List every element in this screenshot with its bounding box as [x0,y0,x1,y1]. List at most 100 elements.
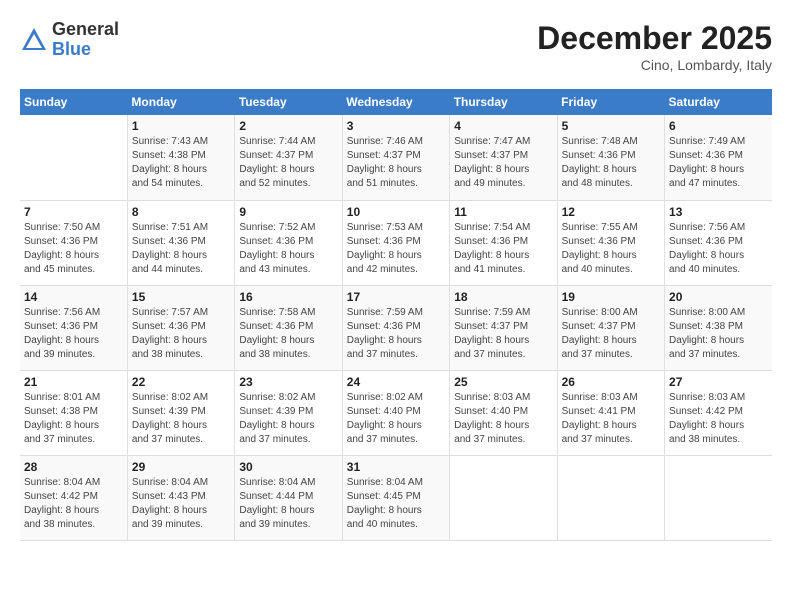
day-info: Sunrise: 7:55 AM Sunset: 4:36 PM Dayligh… [562,221,660,277]
day-number: 21 [24,375,123,389]
day-number: 3 [347,119,445,133]
calendar-cell: 13Sunrise: 7:56 AM Sunset: 4:36 PM Dayli… [665,200,772,285]
day-info: Sunrise: 8:04 AM Sunset: 4:43 PM Dayligh… [132,476,230,532]
day-number: 22 [132,375,230,389]
header-friday: Friday [557,89,664,115]
day-number: 1 [132,119,230,133]
calendar-cell: 24 Sunrise: 8:02 AM Sunset: 4:40 PM Dayli… [342,370,449,455]
logo-general: General Blue [52,20,119,60]
month-title: December 2025 [537,20,772,57]
day-info: Sunrise: 7:50 AM Sunset: 4:36 PM Dayligh… [24,221,123,277]
calendar-cell [20,115,127,200]
day-number: 18 [454,290,552,304]
calendar-cell: 29 Sunrise: 8:04 AM Sunset: 4:43 PM Dayli… [127,455,234,540]
day-info: Sunrise: 7:57 AM Sunset: 4:36 PM Dayligh… [132,306,230,362]
day-info: Sunrise: 8:03 AM Sunset: 4:40 PM Dayligh… [454,391,552,447]
day-number: 16 [239,290,337,304]
week-row-1: 1 Sunrise: 7:43 AM Sunset: 4:38 PM Daylig… [20,115,772,200]
calendar-cell: 1 Sunrise: 7:43 AM Sunset: 4:38 PM Daylig… [127,115,234,200]
calendar-cell: 26 Sunrise: 8:03 AM Sunset: 4:41 PM Dayli… [557,370,664,455]
day-info: Sunrise: 8:02 AM Sunset: 4:39 PM Dayligh… [239,391,337,447]
calendar-cell: 31 Sunrise: 8:04 AM Sunset: 4:45 PM Dayli… [342,455,449,540]
day-info: Sunrise: 7:49 AM Sunset: 4:36 PM Dayligh… [669,135,768,191]
day-info: Sunrise: 8:01 AM Sunset: 4:38 PM Dayligh… [24,391,123,447]
calendar-cell: 15 Sunrise: 7:57 AM Sunset: 4:36 PM Dayli… [127,285,234,370]
day-number: 17 [347,290,445,304]
day-number: 4 [454,119,552,133]
calendar-cell: 25Sunrise: 8:03 AM Sunset: 4:40 PM Dayli… [450,370,557,455]
day-info: Sunrise: 7:59 AM Sunset: 4:36 PM Dayligh… [347,306,445,362]
calendar-cell: 7 Sunrise: 7:50 AM Sunset: 4:36 PM Daylig… [20,200,127,285]
day-info: Sunrise: 7:47 AM Sunset: 4:37 PM Dayligh… [454,135,552,191]
header-thursday: Thursday [450,89,557,115]
calendar-cell: 22Sunrise: 8:02 AM Sunset: 4:39 PM Dayli… [127,370,234,455]
calendar-cell: 8 Sunrise: 7:51 AM Sunset: 4:36 PM Daylig… [127,200,234,285]
day-info: Sunrise: 8:02 AM Sunset: 4:40 PM Dayligh… [347,391,445,447]
calendar-cell: 30 Sunrise: 8:04 AM Sunset: 4:44 PM Dayli… [235,455,342,540]
calendar-cell: 3Sunrise: 7:46 AM Sunset: 4:37 PM Daylig… [342,115,449,200]
calendar-cell: 9Sunrise: 7:52 AM Sunset: 4:36 PM Daylig… [235,200,342,285]
day-info: Sunrise: 8:04 AM Sunset: 4:45 PM Dayligh… [347,476,445,532]
day-number: 7 [24,205,123,219]
day-number: 9 [239,205,337,219]
calendar-cell: 6 Sunrise: 7:49 AM Sunset: 4:36 PM Daylig… [665,115,772,200]
calendar-cell: 20Sunrise: 8:00 AM Sunset: 4:38 PM Dayli… [665,285,772,370]
day-number: 13 [669,205,768,219]
day-info: Sunrise: 8:03 AM Sunset: 4:41 PM Dayligh… [562,391,660,447]
day-number: 29 [132,460,230,474]
logo: General Blue [20,20,119,60]
calendar-cell: 4 Sunrise: 7:47 AM Sunset: 4:37 PM Daylig… [450,115,557,200]
day-number: 20 [669,290,768,304]
logo-icon [20,26,48,54]
page-header: General Blue December 2025 Cino, Lombard… [20,20,772,73]
day-number: 12 [562,205,660,219]
day-info: Sunrise: 7:58 AM Sunset: 4:36 PM Dayligh… [239,306,337,362]
calendar-cell: 14Sunrise: 7:56 AM Sunset: 4:36 PM Dayli… [20,285,127,370]
calendar-cell: 28 Sunrise: 8:04 AM Sunset: 4:42 PM Dayli… [20,455,127,540]
calendar-cell: 10 Sunrise: 7:53 AM Sunset: 4:36 PM Dayli… [342,200,449,285]
week-row-4: 21 Sunrise: 8:01 AM Sunset: 4:38 PM Dayli… [20,370,772,455]
day-info: Sunrise: 7:54 AM Sunset: 4:36 PM Dayligh… [454,221,552,277]
header-sunday: Sunday [20,89,127,115]
day-number: 11 [454,205,552,219]
day-info: Sunrise: 8:04 AM Sunset: 4:44 PM Dayligh… [239,476,337,532]
day-info: Sunrise: 7:48 AM Sunset: 4:36 PM Dayligh… [562,135,660,191]
day-number: 28 [24,460,123,474]
day-number: 24 [347,375,445,389]
week-row-2: 7 Sunrise: 7:50 AM Sunset: 4:36 PM Daylig… [20,200,772,285]
calendar-cell: 27Sunrise: 8:03 AM Sunset: 4:42 PM Dayli… [665,370,772,455]
day-number: 6 [669,119,768,133]
calendar-header: Sunday Monday Tuesday Wednesday Thursday… [20,89,772,115]
calendar-cell: 5 Sunrise: 7:48 AM Sunset: 4:36 PM Daylig… [557,115,664,200]
day-info: Sunrise: 7:53 AM Sunset: 4:36 PM Dayligh… [347,221,445,277]
day-number: 31 [347,460,445,474]
day-info: Sunrise: 7:51 AM Sunset: 4:36 PM Dayligh… [132,221,230,277]
day-info: Sunrise: 7:44 AM Sunset: 4:37 PM Dayligh… [239,135,337,191]
day-number: 26 [562,375,660,389]
day-info: Sunrise: 8:03 AM Sunset: 4:42 PM Dayligh… [669,391,768,447]
header-row: Sunday Monday Tuesday Wednesday Thursday… [20,89,772,115]
title-area: December 2025 Cino, Lombardy, Italy [537,20,772,73]
calendar-table: Sunday Monday Tuesday Wednesday Thursday… [20,89,772,541]
week-row-3: 14Sunrise: 7:56 AM Sunset: 4:36 PM Dayli… [20,285,772,370]
day-info: Sunrise: 8:00 AM Sunset: 4:37 PM Dayligh… [562,306,660,362]
header-monday: Monday [127,89,234,115]
day-number: 10 [347,205,445,219]
header-saturday: Saturday [665,89,772,115]
calendar-cell [557,455,664,540]
calendar-cell: 16 Sunrise: 7:58 AM Sunset: 4:36 PM Dayli… [235,285,342,370]
calendar-cell: 12 Sunrise: 7:55 AM Sunset: 4:36 PM Dayli… [557,200,664,285]
calendar-cell [665,455,772,540]
day-number: 14 [24,290,123,304]
day-number: 30 [239,460,337,474]
day-info: Sunrise: 7:43 AM Sunset: 4:38 PM Dayligh… [132,135,230,191]
calendar-cell: 18Sunrise: 7:59 AM Sunset: 4:37 PM Dayli… [450,285,557,370]
day-info: Sunrise: 8:04 AM Sunset: 4:42 PM Dayligh… [24,476,123,532]
day-number: 2 [239,119,337,133]
day-number: 19 [562,290,660,304]
day-number: 15 [132,290,230,304]
calendar-cell: 23Sunrise: 8:02 AM Sunset: 4:39 PM Dayli… [235,370,342,455]
day-number: 8 [132,205,230,219]
header-wednesday: Wednesday [342,89,449,115]
day-number: 5 [562,119,660,133]
